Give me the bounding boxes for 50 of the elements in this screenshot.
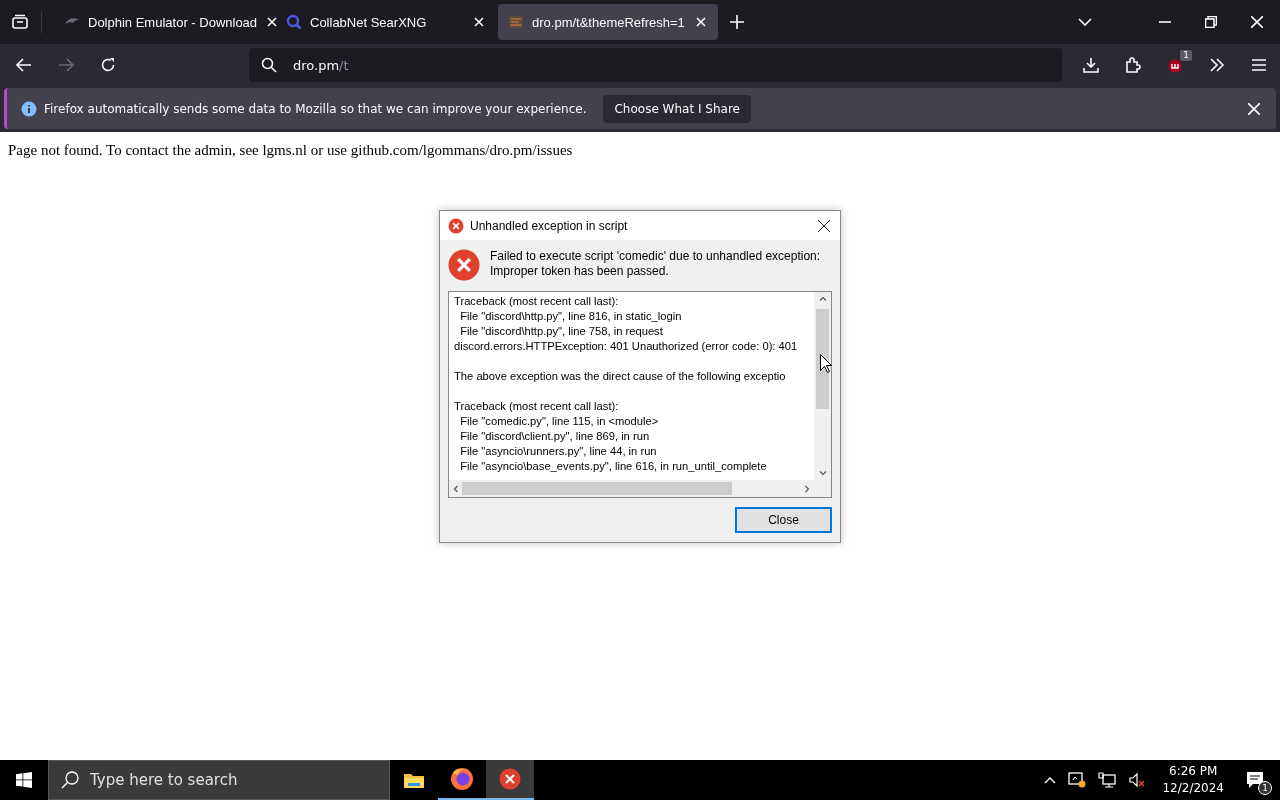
scroll-thumb[interactable] xyxy=(816,309,829,409)
search-icon xyxy=(261,57,277,73)
search-box[interactable]: Type here to search xyxy=(48,760,390,800)
error-icon xyxy=(448,249,480,281)
traceback-line: discord.errors.HTTPException: 401 Unauthorized (error code: 0): 401 xyxy=(454,339,799,354)
browser-tab[interactable]: Dolphin Emulator - Download xyxy=(54,4,274,40)
dialog-title: Unhandled exception in script xyxy=(470,218,629,233)
traceback-line: File "asyncio\runners.py", line 44, in run xyxy=(459,444,658,459)
site-icon xyxy=(508,14,524,30)
traceback-line: File "discord\http.py", line 816, in static_login xyxy=(459,309,683,324)
close-icon[interactable] xyxy=(265,15,280,29)
url-text: dro.pm/t xyxy=(293,57,349,73)
search-icon xyxy=(61,771,79,789)
error-message: Failed to execute script 'comedic' due to unhandled exception: Improper token has been passed. xyxy=(490,249,821,279)
traceback-line: Traceback (most recent call last): xyxy=(454,399,620,414)
close-icon[interactable] xyxy=(816,217,832,234)
scroll-thumb[interactable] xyxy=(462,482,732,495)
close-button[interactable]: Close xyxy=(735,507,832,533)
search-field[interactable]: Type here to search xyxy=(90,765,377,795)
info-icon xyxy=(21,100,37,117)
close-icon[interactable] xyxy=(472,15,486,29)
close-icon[interactable] xyxy=(694,15,708,29)
tab-list-icon[interactable] xyxy=(11,11,42,33)
close-icon[interactable] xyxy=(1251,16,1263,28)
error-icon[interactable] xyxy=(486,760,534,800)
traceback-line: File "comedic.py", line 115, in <module> xyxy=(459,414,660,429)
count-badge: 1 xyxy=(1258,781,1272,795)
chevron-down-icon[interactable] xyxy=(1078,18,1092,26)
search-icon xyxy=(286,14,302,30)
choose-button[interactable]: Choose What I Share xyxy=(603,94,751,123)
browser-tab[interactable]: CollabNet SearXNG xyxy=(276,4,496,40)
clock-time[interactable]: 6:26 PM xyxy=(1169,763,1218,780)
vertical-scrollbar[interactable] xyxy=(814,292,831,480)
page-text: Page not found. To contact the admin, see lgms.nl or use github.com/lgommans/dro.pm/issues xyxy=(8,142,574,159)
notification-text: Firefox automatically sends some data to Mozilla so that we can improve your experience. xyxy=(44,101,587,116)
restore-icon[interactable] xyxy=(1205,16,1217,28)
message-icon[interactable] xyxy=(1246,771,1264,789)
traceback-line: The above exception was the direct cause of the following exceptio xyxy=(454,369,787,384)
traceback-line: File "discord\client.py", line 869, in run xyxy=(459,429,651,444)
close-icon[interactable] xyxy=(1248,102,1260,115)
plus-icon[interactable] xyxy=(730,15,744,29)
traceback-line: File "discord\http.py", line 758, in request xyxy=(459,324,664,339)
traceback-line: Traceback (most recent call last): xyxy=(454,294,620,309)
traceback-line: File "asyncio\base_events.py", line 616, in run_until_complete xyxy=(459,459,768,474)
clock-date[interactable]: 12/2/2024 xyxy=(1162,780,1224,797)
error-icon xyxy=(448,217,464,234)
horizontal-scrollbar[interactable] xyxy=(449,480,831,497)
browser-tab[interactable]: dro.pm/t&themeRefresh=1 xyxy=(498,4,718,40)
address-bar[interactable]: dro.pm/t xyxy=(249,48,1062,82)
count-badge: 1 xyxy=(1180,50,1192,61)
